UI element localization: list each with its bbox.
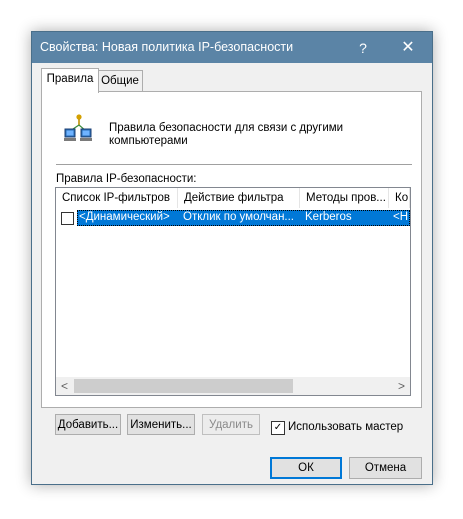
- column-header-filter-action[interactable]: Действие фильтра: [178, 188, 300, 208]
- edit-button[interactable]: Изменить...: [127, 414, 195, 435]
- title-bar[interactable]: Свойства: Новая политика IP-безопасности…: [32, 32, 432, 63]
- properties-dialog: Свойства: Новая политика IP-безопасности…: [31, 31, 433, 485]
- cancel-button[interactable]: Отмена: [349, 457, 422, 479]
- column-header-auth-methods[interactable]: Методы пров...: [300, 188, 389, 208]
- scrollbar-thumb[interactable]: [74, 379, 293, 393]
- cell-filter-list: <Динамический>: [79, 211, 170, 223]
- rules-description: Правила безопасности для связи с другими…: [109, 122, 344, 147]
- scroll-left-arrow-icon[interactable]: <: [56, 377, 73, 395]
- cell-auth-methods: Kerberos: [305, 211, 352, 223]
- rules-tab-panel: Правила безопасности для связи с другими…: [41, 91, 422, 408]
- ok-button[interactable]: ОК: [270, 457, 342, 479]
- table-row[interactable]: <Динамический> Отклик по умолчан... Kerb…: [56, 210, 410, 226]
- rules-list-label: Правила IP-безопасности:: [56, 173, 197, 185]
- window-title: Свойства: Новая политика IP-безопасности: [40, 40, 294, 54]
- remove-button[interactable]: Удалить: [202, 414, 260, 435]
- rule-enabled-checkbox[interactable]: [61, 212, 74, 225]
- tab-general[interactable]: Общие: [97, 70, 143, 92]
- ip-rules-listview[interactable]: Список IP-фильтров Действие фильтра Мето…: [55, 187, 411, 396]
- help-button[interactable]: ?: [352, 38, 374, 58]
- scroll-right-arrow-icon[interactable]: >: [393, 377, 410, 395]
- separator: [56, 164, 412, 165]
- use-wizard-label[interactable]: Использовать мастер: [288, 421, 403, 433]
- cell-filter-action: Отклик по умолчан...: [183, 211, 295, 223]
- close-button[interactable]: ✕: [394, 36, 422, 60]
- add-button[interactable]: Добавить...: [55, 414, 121, 435]
- tab-rules[interactable]: Правила: [41, 68, 99, 93]
- selected-row-highlight: <Динамический> Отклик по умолчан... Kerb…: [77, 210, 410, 226]
- column-header-filter-list[interactable]: Список IP-фильтров: [56, 188, 178, 208]
- use-wizard-checkbox[interactable]: ✓: [271, 421, 285, 435]
- network-computers-icon: [64, 114, 92, 141]
- cell-tunnel: <Н: [393, 211, 409, 223]
- horizontal-scrollbar[interactable]: < >: [56, 377, 410, 395]
- column-header-tunnel[interactable]: Ко: [389, 188, 410, 208]
